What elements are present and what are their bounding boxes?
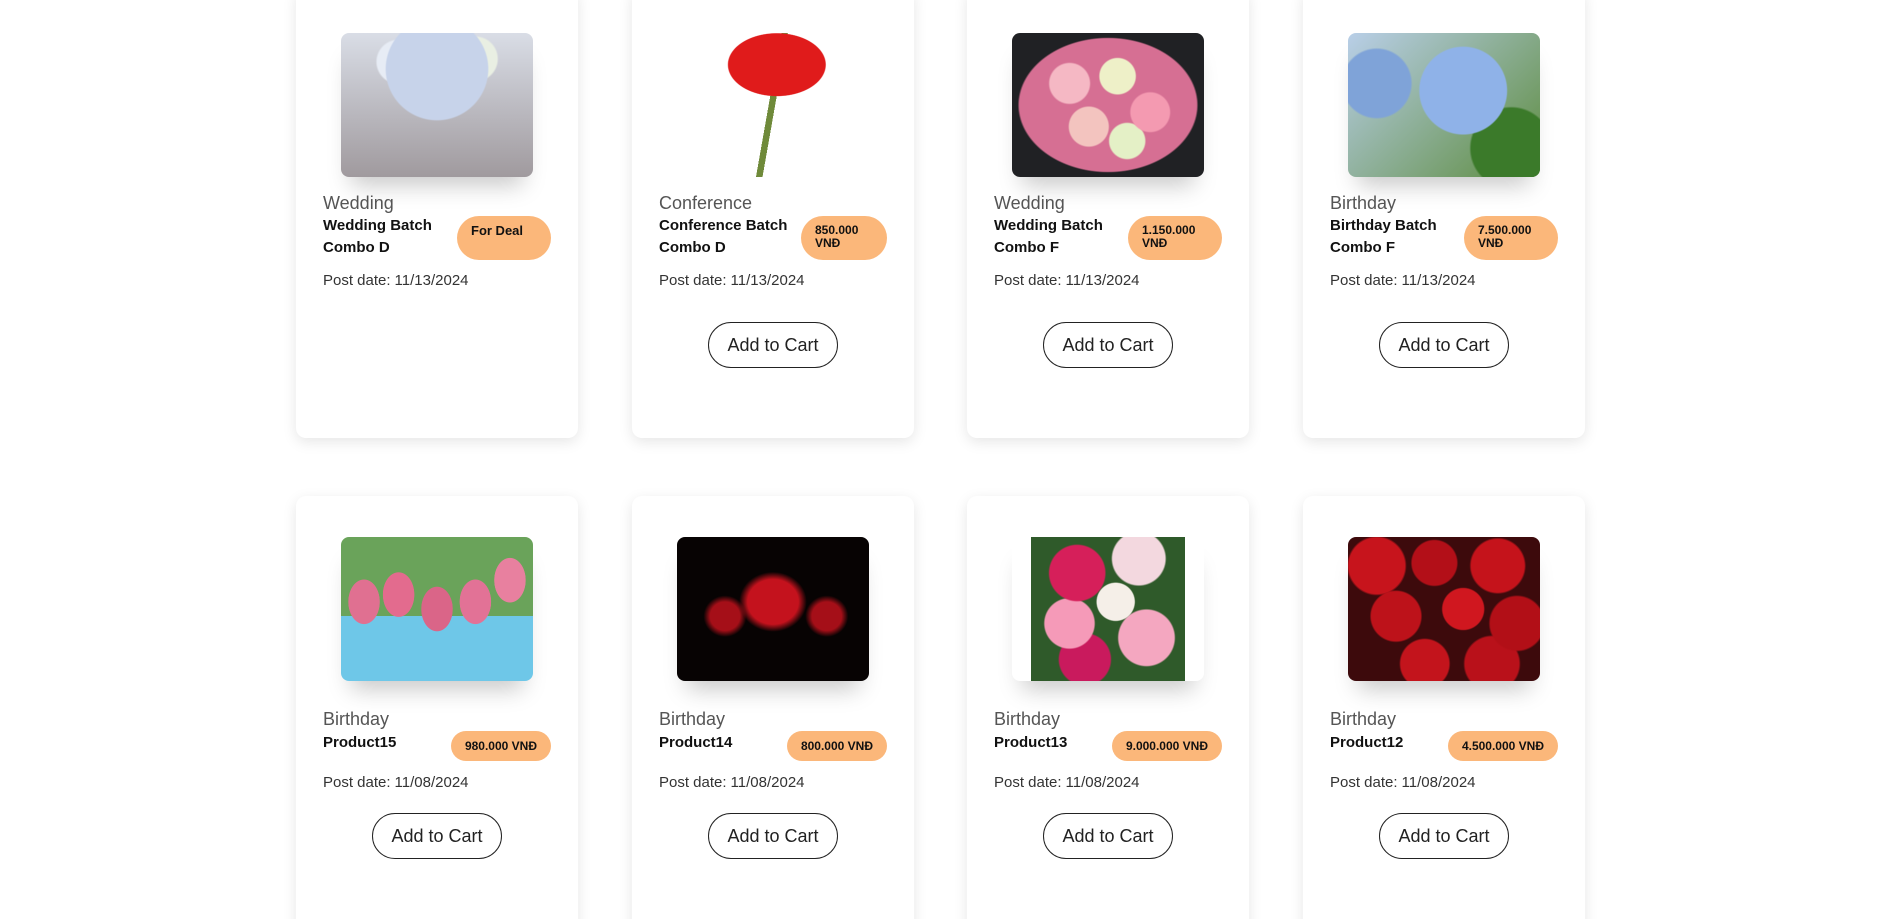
post-date: Post date: 11/13/2024 — [1330, 272, 1476, 289]
post-date-label: Post date: — [659, 272, 727, 289]
red-rose-image — [677, 33, 869, 177]
mixed-bouquet-image — [1012, 33, 1204, 177]
post-date-value: 11/13/2024 — [1065, 272, 1140, 289]
product-card[interactable]: Wedding Wedding Batch Combo F 1.150.000 … — [967, 0, 1249, 438]
product-card[interactable]: Birthday Birthday Batch Combo F 7.500.00… — [1303, 0, 1585, 438]
post-date-label: Post date: — [323, 774, 391, 791]
add-to-cart-button[interactable]: Add to Cart — [1379, 813, 1509, 859]
product-image[interactable] — [341, 537, 533, 681]
product-card[interactable]: Birthday Product13 9.000.000 VNĐ Post da… — [967, 496, 1249, 919]
post-date-value: 11/13/2024 — [1401, 272, 1476, 289]
post-date: Post date: 11/13/2024 — [994, 272, 1140, 289]
price-badge: 4.500.000 VNĐ — [1447, 731, 1558, 761]
post-date-label: Post date: — [994, 272, 1062, 289]
post-date-label: Post date: — [1330, 774, 1398, 791]
product-image[interactable] — [1348, 537, 1540, 681]
product-image[interactable] — [341, 33, 533, 177]
product-card[interactable]: Conference Conference Batch Combo D 850.… — [632, 0, 914, 438]
peonies-image — [1031, 537, 1185, 681]
price-badge: 7.500.000 VNĐ — [1464, 216, 1558, 260]
product-name[interactable]: Product14 — [659, 732, 799, 754]
post-date-value: 11/08/2024 — [1065, 774, 1140, 791]
pink-tulips-image — [341, 537, 533, 681]
add-to-cart-button[interactable]: Add to Cart — [708, 813, 838, 859]
post-date-value: 11/08/2024 — [1401, 774, 1476, 791]
add-to-cart-button[interactable]: Add to Cart — [372, 813, 502, 859]
post-date: Post date: 11/08/2024 — [1330, 774, 1476, 791]
product-name[interactable]: Wedding Batch Combo F — [994, 215, 1134, 259]
post-date-label: Post date: — [659, 774, 727, 791]
price-badge: 1.150.000 VNĐ — [1128, 216, 1222, 260]
add-to-cart-button[interactable]: Add to Cart — [1043, 322, 1173, 368]
add-to-cart-button[interactable]: Add to Cart — [1043, 813, 1173, 859]
red-roses-image — [1348, 537, 1540, 681]
product-name[interactable]: Conference Batch Combo D — [659, 215, 799, 259]
product-category: Wedding — [323, 193, 394, 213]
hydrangea-wedding-centerpiece-image — [341, 33, 533, 177]
product-image[interactable] — [677, 537, 869, 681]
product-grid: Wedding Wedding Batch Combo D For Deal P… — [0, 0, 1878, 919]
post-date-value: 11/13/2024 — [394, 272, 469, 289]
product-name[interactable]: Birthday Batch Combo F — [1330, 215, 1470, 259]
price-badge: For Deal — [457, 216, 551, 260]
product-category: Birthday — [323, 709, 390, 729]
price-badge: 850.000 VNĐ — [801, 216, 887, 260]
product-category: Birthday — [994, 709, 1061, 729]
post-date: Post date: 11/08/2024 — [659, 774, 805, 791]
add-to-cart-button[interactable]: Add to Cart — [1379, 322, 1509, 368]
price-badge: 9.000.000 VNĐ — [1111, 731, 1222, 761]
product-image[interactable] — [677, 33, 869, 177]
post-date-label: Post date: — [994, 774, 1062, 791]
add-to-cart-button[interactable]: Add to Cart — [708, 322, 838, 368]
product-name[interactable]: Wedding Batch Combo D — [323, 215, 463, 259]
post-date-value: 11/08/2024 — [730, 774, 805, 791]
product-name[interactable]: Product15 — [323, 732, 463, 754]
post-date-value: 11/13/2024 — [730, 272, 805, 289]
product-category: Wedding — [994, 193, 1065, 213]
product-category: Birthday — [1330, 709, 1397, 729]
post-date-label: Post date: — [1330, 272, 1398, 289]
post-date: Post date: 11/13/2024 — [323, 272, 469, 289]
product-image[interactable] — [1012, 537, 1204, 681]
post-date-value: 11/08/2024 — [394, 774, 469, 791]
product-image[interactable] — [1348, 33, 1540, 177]
post-date: Post date: 11/08/2024 — [323, 774, 469, 791]
post-date: Post date: 11/13/2024 — [659, 272, 805, 289]
product-card[interactable]: Birthday Product14 800.000 VNĐ Post date… — [632, 496, 914, 919]
product-card[interactable]: Wedding Wedding Batch Combo D For Deal P… — [296, 0, 578, 438]
blue-hydrangea-image — [1348, 33, 1540, 177]
product-category: Birthday — [1330, 193, 1397, 213]
red-spider-lily-image — [677, 537, 869, 681]
post-date: Post date: 11/08/2024 — [994, 774, 1140, 791]
price-badge: 800.000 VNĐ — [786, 731, 887, 761]
product-category: Conference — [659, 193, 753, 213]
product-card[interactable]: Birthday Product15 980.000 VNĐ Post date… — [296, 496, 578, 919]
price-badge: 980.000 VNĐ — [450, 731, 551, 761]
product-image[interactable] — [1012, 33, 1204, 177]
product-category: Birthday — [659, 709, 726, 729]
post-date-label: Post date: — [323, 272, 391, 289]
product-card[interactable]: Birthday Product12 4.500.000 VNĐ Post da… — [1303, 496, 1585, 919]
